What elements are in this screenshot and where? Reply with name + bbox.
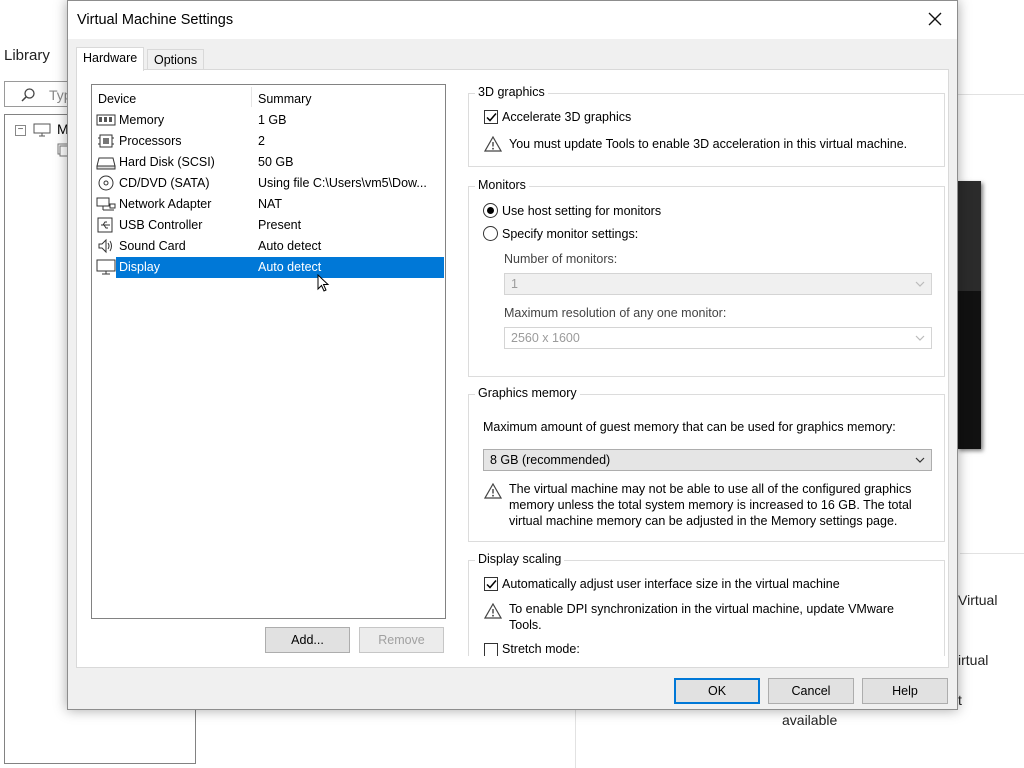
max-resolution-select[interactable]: 2560 x 1600 <box>504 327 932 349</box>
checkmark-icon <box>486 113 497 122</box>
number-of-monitors-label: Number of monitors: <box>504 252 618 266</box>
background-text: available <box>782 712 838 728</box>
number-of-monitors-select[interactable]: 1 <box>504 273 932 295</box>
device-summary: Present <box>258 218 302 232</box>
device-name: Sound Card <box>119 239 186 253</box>
hardware-tab-panel: Device Summary Memory 1 GB Processors 2 … <box>76 69 949 668</box>
graphics-memory-description: Maximum amount of guest memory that can … <box>483 420 896 434</box>
device-name: CD/DVD (SATA) <box>119 176 210 190</box>
usb-icon <box>97 217 113 233</box>
background-text: Virtual <box>958 592 998 608</box>
device-row-cd-dvd[interactable]: CD/DVD (SATA) Using file C:\Users\vm5\Do… <box>92 173 445 194</box>
device-row-network-adapter[interactable]: Network Adapter NAT <box>92 194 445 215</box>
device-name: Network Adapter <box>119 197 212 211</box>
dpi-sync-warning-text: To enable DPI synchronization in the vir… <box>509 602 894 632</box>
warning-icon <box>484 136 502 152</box>
virtual-machine-settings-dialog: Virtual Machine Settings Hardware Option… <box>67 0 958 710</box>
mouse-cursor-icon <box>317 274 330 292</box>
device-row-processors[interactable]: Processors 2 <box>92 131 445 152</box>
group-monitors: Monitors Use host setting for monitors S… <box>468 178 945 377</box>
memory-icon <box>96 114 116 126</box>
vm-screen-thumbnail <box>957 181 981 449</box>
graphics-memory-warning-text: The virtual machine may not be able to u… <box>509 482 912 528</box>
device-row-hard-disk[interactable]: Hard Disk (SCSI) 50 GB <box>92 152 445 173</box>
close-icon[interactable] <box>927 11 943 27</box>
device-name: Processors <box>119 134 182 148</box>
specify-monitor-settings-radio[interactable] <box>483 226 498 241</box>
chevron-down-icon <box>915 335 925 341</box>
computer-icon <box>33 123 51 137</box>
remove-device-button[interactable]: Remove <box>359 627 444 653</box>
cancel-button[interactable]: Cancel <box>768 678 854 704</box>
device-list-header: Device Summary <box>92 85 445 109</box>
cd-dvd-icon <box>98 175 114 191</box>
device-row-memory[interactable]: Memory 1 GB <box>92 110 445 131</box>
select-value: 8 GB (recommended) <box>490 453 611 467</box>
device-summary: 1 GB <box>258 113 287 127</box>
3d-warning-text: You must update Tools to enable 3D accel… <box>509 137 908 151</box>
dialog-title: Virtual Machine Settings <box>77 12 234 28</box>
speaker-icon <box>98 238 112 254</box>
device-name: USB Controller <box>119 218 203 232</box>
select-value: 2560 x 1600 <box>511 331 580 345</box>
display-settings-panel: 3D graphics Accelerate 3D graphics You m… <box>462 70 950 656</box>
warning-icon <box>484 483 502 499</box>
ok-button[interactable]: OK <box>674 678 760 704</box>
background-text: t <box>958 692 962 708</box>
collapse-icon[interactable]: − <box>15 125 26 136</box>
accelerate-3d-label[interactable]: Accelerate 3D graphics <box>502 110 631 124</box>
tab-options[interactable]: Options <box>147 49 205 71</box>
auto-adjust-ui-checkbox[interactable] <box>484 577 498 591</box>
device-summary: 50 GB <box>258 155 294 169</box>
auto-adjust-ui-label[interactable]: Automatically adjust user interface size… <box>502 577 840 591</box>
stretch-mode-checkbox[interactable] <box>484 643 498 656</box>
device-summary: Auto detect <box>258 260 322 274</box>
max-resolution-label: Maximum resolution of any one monitor: <box>504 306 727 320</box>
select-value: 1 <box>511 277 518 291</box>
accelerate-3d-checkbox[interactable] <box>484 110 498 124</box>
device-summary: NAT <box>258 197 283 211</box>
column-header-summary[interactable]: Summary <box>258 92 311 106</box>
group-title: Display scaling <box>475 552 565 566</box>
background-text: irtual <box>958 652 989 668</box>
processor-icon <box>98 134 114 148</box>
device-row-usb-controller[interactable]: USB Controller Present <box>92 215 445 236</box>
stretch-mode-label[interactable]: Stretch mode: <box>502 642 580 656</box>
title-bar[interactable]: Virtual Machine Settings <box>68 1 957 39</box>
device-row-display[interactable]: Display Auto detect <box>92 257 445 278</box>
chevron-down-icon <box>915 457 925 463</box>
device-name: Memory <box>119 113 165 127</box>
add-device-button[interactable]: Add... <box>265 627 350 653</box>
chevron-down-icon <box>915 281 925 287</box>
device-name: Display <box>119 260 160 274</box>
device-summary: 2 <box>258 134 265 148</box>
graphics-memory-select[interactable]: 8 GB (recommended) <box>483 449 932 471</box>
column-header-device[interactable]: Device <box>98 92 136 106</box>
background-divider <box>960 553 1024 554</box>
device-name: Hard Disk (SCSI) <box>119 155 215 169</box>
warning-icon <box>484 603 502 619</box>
group-title: Monitors <box>475 178 529 192</box>
tab-hardware[interactable]: Hardware <box>76 47 145 71</box>
network-adapter-icon <box>96 197 116 211</box>
device-summary: Auto detect <box>258 239 322 253</box>
group-title: Graphics memory <box>475 386 580 400</box>
library-search-input[interactable]: Typ <box>4 81 74 107</box>
device-list[interactable]: Device Summary Memory 1 GB Processors 2 … <box>91 84 446 619</box>
group-title: 3D graphics <box>475 85 548 99</box>
search-icon <box>21 88 35 102</box>
help-button[interactable]: Help <box>862 678 948 704</box>
group-display-scaling: Display scaling Automatically adjust use… <box>468 552 945 656</box>
checkmark-icon <box>486 580 497 589</box>
use-host-setting-label[interactable]: Use host setting for monitors <box>502 204 661 218</box>
specify-monitor-settings-label[interactable]: Specify monitor settings: <box>502 227 638 241</box>
monitor-icon <box>96 259 116 275</box>
group-3d-graphics: 3D graphics Accelerate 3D graphics You m… <box>468 85 945 167</box>
group-graphics-memory: Graphics memory Maximum amount of guest … <box>468 386 945 542</box>
library-label: Library <box>4 47 50 64</box>
hard-disk-icon <box>96 157 116 170</box>
device-row-sound-card[interactable]: Sound Card Auto detect <box>92 236 445 257</box>
device-summary: Using file C:\Users\vm5\Dow... <box>258 176 427 190</box>
use-host-setting-radio[interactable] <box>483 203 498 218</box>
